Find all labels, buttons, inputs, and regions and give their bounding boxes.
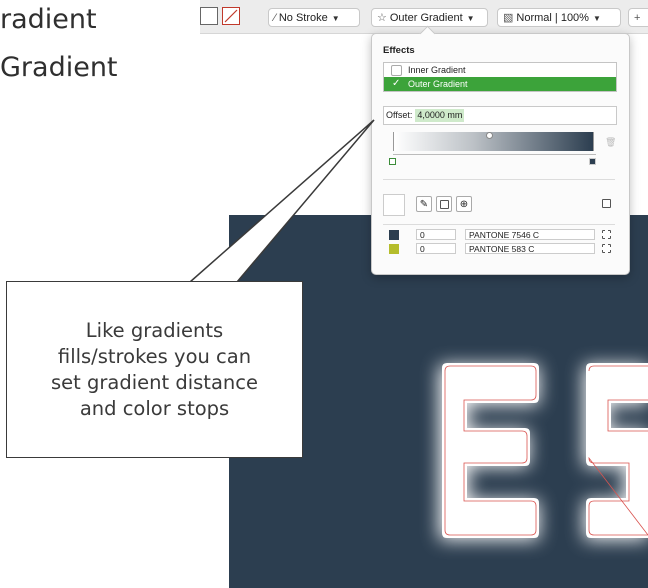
callout-text: Like gradients fills/strokes you can set… (51, 318, 258, 420)
callout-box: Like gradients fills/strokes you can set… (6, 281, 303, 458)
